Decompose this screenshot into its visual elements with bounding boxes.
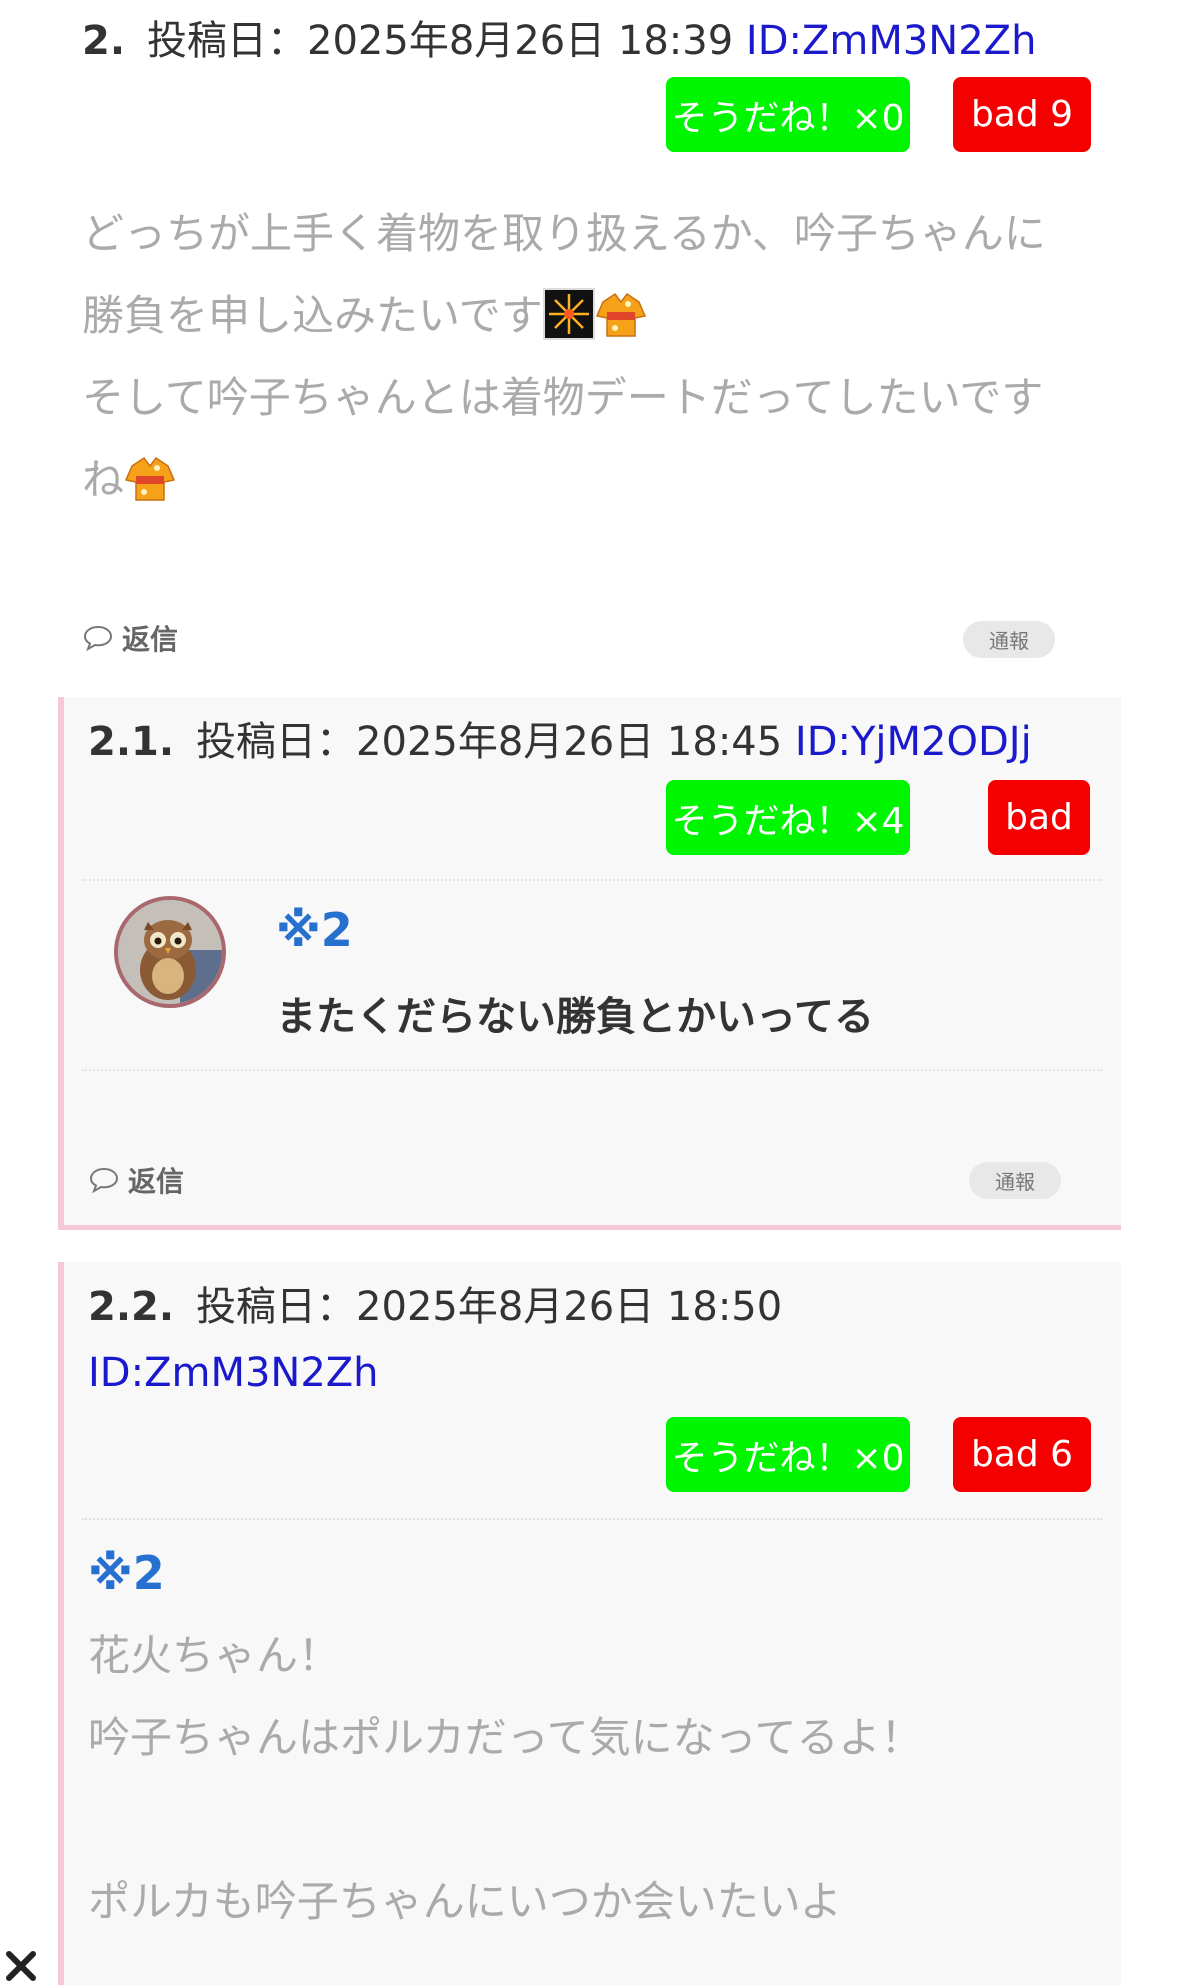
post-body-line: そして吟子ちゃんとは着物デートだってしたいです [82,373,1044,422]
speech-bubble-icon [89,1167,119,1194]
post-2-2: 2.2. 投稿日：2025年8月26日 18:50 ID:ZmM3N2Zh そうだ… [58,1262,1121,1985]
post-body-line: 花火ちゃん！ [88,1631,341,1680]
report-button[interactable]: 通報 [963,621,1055,658]
post-body: 花火ちゃん！ 吟子ちゃんはポルカだって気になってるよ！ ポルカも吟子ちゃんにいつ… [88,1615,923,1943]
post-header: 2. 投稿日：2025年8月26日 18:39 ID:ZmM3N2Zh [82,8,1036,66]
kimono-emoji [124,456,176,501]
divider [82,1069,1102,1071]
post-number: 2.2. [88,1284,175,1330]
post-body-line: どっちが上手く着物を取り扱えるか、吟子ちゃんに [82,209,1046,258]
post-2-1: 2.1. 投稿日：2025年8月26日 18:45 ID:YjM2ODJj そうだ… [58,697,1121,1230]
divider [82,879,1102,881]
bad-button[interactable]: bad [988,780,1090,855]
post-header: 2.1. 投稿日：2025年8月26日 18:45 ID:YjM2ODJj [88,709,1032,767]
post-date: 投稿日：2025年8月26日 18:45 [196,719,783,765]
post-header: 2.2. 投稿日：2025年8月26日 18:50 [88,1274,782,1332]
good-button[interactable]: そうだね！×4 [666,780,910,855]
report-button[interactable]: 通報 [969,1162,1061,1199]
divider [82,1518,1102,1520]
reply-label: 返信 [122,623,179,656]
avatar [114,896,226,1008]
speech-bubble-icon [83,625,113,652]
post-body: どっちが上手く着物を取り扱えるか、吟子ちゃんに 勝負を申し込みたいです そして吟… [82,193,1046,521]
quote-reference[interactable]: ※2 [88,1546,165,1600]
quote-text: またくだらない勝負とかいってる [276,994,874,1040]
post-body-line: 勝負を申し込みたいです [82,291,543,340]
post-number: 2.1. [88,719,175,765]
post-body-line: ね [82,455,125,504]
owl-avatar-icon [118,900,222,1004]
quote-reference[interactable]: ※2 [276,903,353,957]
post-body-line: ポルカも吟子ちゃんにいつか会いたいよ [88,1877,842,1926]
post-user-id-row: ID:ZmM3N2Zh [88,1350,379,1396]
post-body-line [88,1779,923,1861]
kimono-emoji [595,292,646,337]
post-number: 2. [82,18,126,64]
post-body-line: 吟子ちゃんはポルカだって気になってるよ！ [88,1713,923,1762]
good-button[interactable]: そうだね！×0 [666,77,910,152]
reply-label: 返信 [128,1165,185,1198]
fireworks-emoji [542,288,595,340]
bad-button[interactable]: bad 9 [953,77,1091,152]
reply-button[interactable]: 返信 [88,1160,184,1200]
bad-button[interactable]: bad 6 [953,1417,1091,1492]
post-user-id-link[interactable]: ID:ZmM3N2Zh [746,18,1037,64]
post-date: 投稿日：2025年8月26日 18:39 [147,18,734,64]
reply-button[interactable]: 返信 [82,618,178,658]
close-icon[interactable] [0,1945,42,1985]
post-date: 投稿日：2025年8月26日 18:50 [196,1284,783,1330]
good-button[interactable]: そうだね！×0 [666,1417,910,1492]
post-user-id-link[interactable]: ID:YjM2ODJj [795,719,1032,765]
post-2: 2. 投稿日：2025年8月26日 18:39 ID:ZmM3N2Zh そうだね！… [0,0,1179,660]
post-user-id-link[interactable]: ID:ZmM3N2Zh [88,1350,379,1396]
